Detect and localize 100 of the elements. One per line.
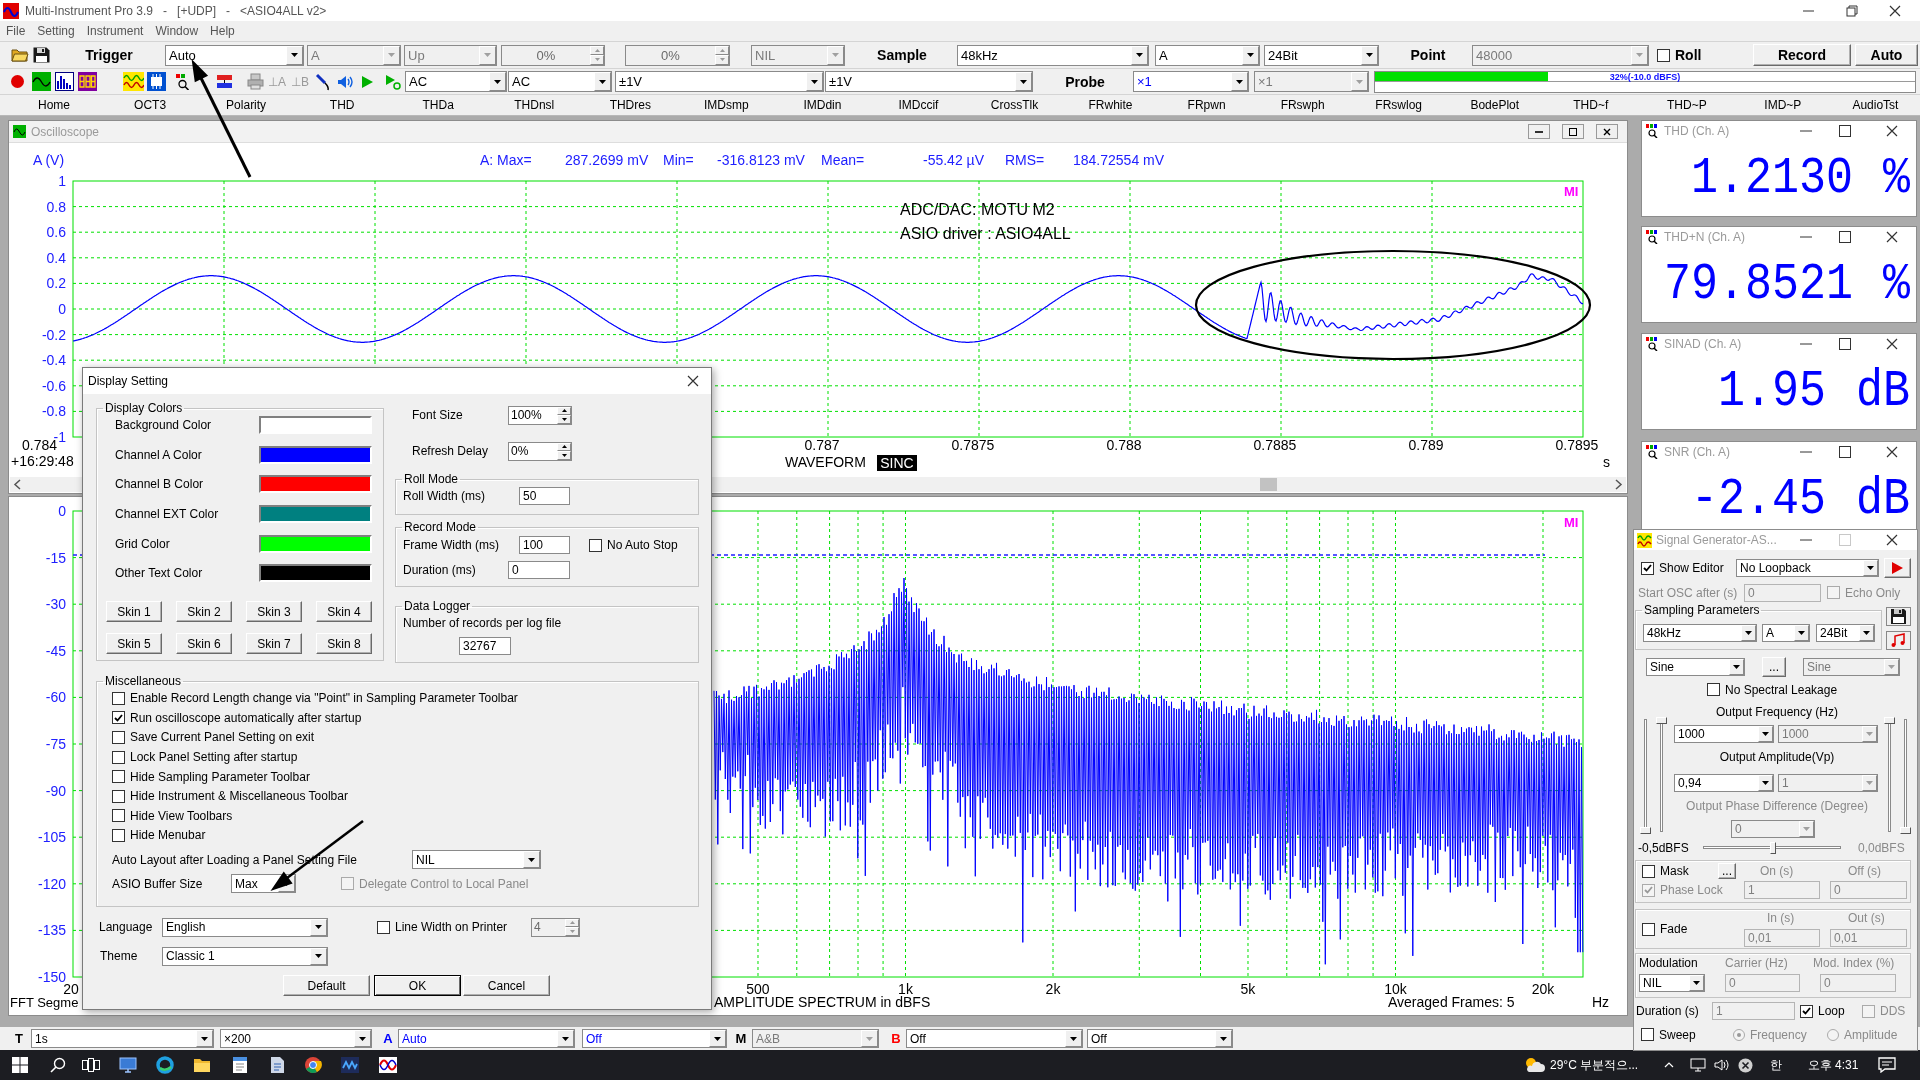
input-field[interactable]: 50 (519, 487, 570, 505)
notepad-icon[interactable] (232, 1056, 248, 1074)
x-circle-icon[interactable] (1737, 1057, 1753, 1073)
input-field[interactable]: 32767 (459, 637, 511, 656)
menu-item[interactable]: Instrument (80, 24, 150, 38)
spectrum-icon[interactable] (55, 72, 74, 91)
wave-icon[interactable] (123, 72, 144, 91)
checkbox[interactable] (1657, 48, 1670, 62)
color-swatch[interactable] (259, 445, 372, 464)
close-button[interactable] (1596, 124, 1618, 139)
view-button[interactable]: IMDsmp (702, 95, 751, 115)
windows-logo-icon[interactable] (12, 1057, 28, 1073)
radio-button[interactable] (1827, 1028, 1839, 1041)
clock[interactable]: 오후 4:31 (1800, 1056, 1866, 1074)
close-icon[interactable] (1888, 4, 1901, 17)
slider-thumb[interactable] (1656, 717, 1667, 724)
slider-thumb[interactable] (1900, 827, 1911, 834)
view-button[interactable]: Home (36, 95, 73, 115)
dropdown[interactable]: A (1762, 623, 1810, 642)
speaker-icon[interactable] (1714, 1058, 1730, 1072)
color-swatch[interactable] (259, 534, 372, 553)
dropdown[interactable]: AC (405, 71, 507, 92)
dropdown[interactable]: 0,94 (1674, 774, 1774, 792)
segmented-circle-icon[interactable] (304, 1056, 322, 1074)
magnifier-icon[interactable] (176, 73, 191, 90)
slider-track[interactable] (1640, 717, 1651, 834)
toolbar-button[interactable]: Auto (1855, 44, 1918, 66)
scrollbar-thumb[interactable] (1260, 478, 1277, 491)
skin-button[interactable]: Skin 7 (246, 633, 302, 655)
input-field[interactable]: 0 (508, 560, 570, 579)
slider-track[interactable] (1656, 717, 1668, 834)
view-button[interactable]: IMDdin (801, 95, 844, 115)
music-note-icon[interactable] (1886, 631, 1911, 650)
checkbox[interactable] (112, 809, 125, 823)
slider-thumb[interactable] (1770, 842, 1777, 854)
view-button[interactable]: Polarity (224, 95, 269, 115)
view-button[interactable]: THD~P (1664, 95, 1709, 115)
input-field[interactable]: 0,01 (1830, 929, 1907, 947)
dialog-button[interactable]: Default (283, 975, 370, 996)
ring-icon[interactable] (156, 1056, 174, 1074)
spin-box[interactable]: 100% (508, 405, 572, 425)
checkbox[interactable] (112, 731, 125, 744)
input-method-indicator[interactable]: 한 (1767, 1056, 1785, 1074)
task-view-icon[interactable] (82, 1058, 100, 1072)
checkbox[interactable] (589, 538, 602, 552)
restore-icon[interactable] (1845, 4, 1858, 17)
dropdown[interactable]: ×1 (1133, 71, 1249, 92)
checkbox[interactable] (112, 691, 125, 705)
maximize-icon[interactable] (1839, 231, 1851, 243)
slider-thumb[interactable] (1884, 717, 1895, 724)
slider-track[interactable] (1884, 717, 1895, 834)
skin-button[interactable]: Skin 6 (176, 633, 232, 655)
input-field[interactable]: 1 (1744, 881, 1820, 899)
zigzag-icon[interactable] (341, 1057, 359, 1073)
view-button[interactable]: IMD~P (1762, 95, 1804, 115)
chevron-left-icon[interactable] (13, 479, 21, 490)
view-button[interactable]: THD~f (1571, 95, 1611, 115)
more-button[interactable]: ... (1718, 863, 1736, 879)
dropdown[interactable]: Auto (165, 44, 304, 66)
dropdown[interactable]: 1s (31, 1029, 214, 1048)
checkbox[interactable] (112, 789, 125, 803)
view-button[interactable]: FRwhite (1086, 95, 1135, 115)
printer-icon[interactable] (247, 73, 264, 90)
dropdown[interactable]: 1000 (1674, 725, 1774, 743)
close-icon[interactable] (1886, 446, 1898, 458)
play-icon[interactable] (361, 74, 374, 89)
dropdown[interactable]: ±1V (825, 71, 1033, 92)
checkbox[interactable] (1800, 1004, 1813, 1018)
checkbox[interactable] (1641, 561, 1654, 575)
menu-item[interactable]: Help (204, 24, 241, 38)
menu-item[interactable]: Setting (31, 24, 81, 38)
checkbox[interactable] (112, 828, 125, 842)
close-icon[interactable] (687, 375, 699, 387)
menu-item[interactable]: Window (149, 24, 205, 38)
input-field[interactable]: 100 (519, 536, 570, 554)
view-button[interactable]: FRpwn (1185, 95, 1228, 115)
checkbox[interactable] (1641, 1028, 1654, 1041)
spin-box[interactable]: 4 (531, 917, 580, 937)
dropdown[interactable]: Classic 1 (162, 946, 328, 966)
color-swatch[interactable] (259, 416, 372, 434)
skin-button[interactable]: Skin 8 (316, 633, 372, 655)
dialog-button[interactable]: Cancel (463, 975, 550, 996)
minimize-button[interactable] (1528, 124, 1550, 139)
color-swatch[interactable] (259, 564, 372, 583)
folder-icon[interactable] (193, 1057, 211, 1073)
view-button[interactable]: BodePlot (1468, 95, 1522, 115)
play-loop-icon[interactable] (385, 73, 401, 90)
skin-button[interactable]: Skin 3 (246, 601, 302, 623)
sun-cloud-icon[interactable] (1523, 1056, 1545, 1074)
dropdown[interactable]: A (1155, 44, 1260, 66)
checkbox[interactable] (1707, 683, 1720, 696)
view-button[interactable]: CrossTlk (988, 95, 1041, 115)
dropdown[interactable]: No Loopback (1736, 559, 1879, 577)
radio-button[interactable] (1733, 1028, 1745, 1041)
menu-item[interactable]: File (0, 24, 32, 38)
checkbox[interactable] (112, 750, 125, 764)
view-button[interactable]: OCT3 (132, 95, 169, 115)
probe-icon[interactable] (315, 72, 331, 91)
spin-box[interactable]: 0% (508, 441, 572, 461)
slider-thumb[interactable] (1640, 827, 1651, 834)
